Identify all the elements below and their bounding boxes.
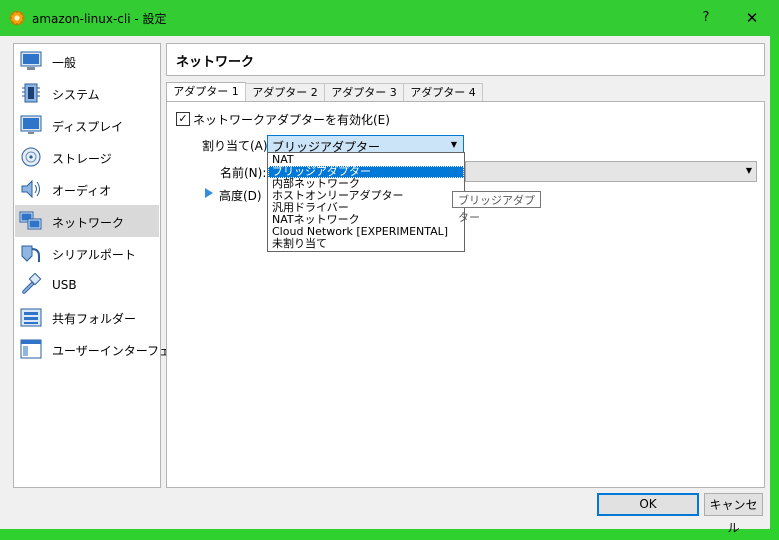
attached-to-dropdown-list: NAT ブリッジアダプター 内部ネットワーク ホストオンリーアダプター 汎用ドラ…: [267, 152, 465, 252]
sidebar-item-general[interactable]: 一般: [15, 45, 159, 77]
window-title: amazon-linux-cli - 設定: [32, 12, 167, 26]
enable-adapter-label[interactable]: ネットワークアダプターを有効化(E): [193, 111, 390, 128]
adapter-name-select[interactable]: ▼: [465, 161, 757, 182]
sidebar-item-storage[interactable]: ストレージ: [15, 141, 159, 173]
chip-icon: [22, 83, 40, 103]
settings-window: amazon-linux-cli - 設定 ? ✕ 一般 システム ディスプレイ…: [0, 0, 779, 535]
sidebar-item-label: オーディオ: [52, 184, 112, 198]
sidebar-item-label: システム: [52, 88, 100, 102]
sidebar-item-audio[interactable]: オーディオ: [15, 173, 159, 205]
sidebar-item-usb[interactable]: USB: [15, 269, 159, 301]
sidebar-item-serial-port[interactable]: シリアルポート: [15, 237, 159, 269]
sidebar-item-label: ストレージ: [52, 152, 112, 166]
serial-port-icon: [21, 245, 40, 262]
advanced-toggle[interactable]: 高度(D): [219, 187, 262, 204]
attached-to-label: 割り当て(A):: [202, 139, 272, 153]
sidebar-item-user-interface[interactable]: ユーザーインターフェース: [15, 333, 194, 365]
cancel-button[interactable]: キャンセル: [704, 493, 763, 535]
monitor-icon: [20, 115, 42, 134]
expand-triangle-icon[interactable]: [205, 188, 213, 198]
enable-adapter-checkbox[interactable]: ✓: [176, 112, 190, 126]
page-title: ネットワーク: [176, 55, 255, 70]
option-tooltip: ブリッジアダプター: [452, 191, 541, 224]
sidebar-item-label: USB: [52, 278, 77, 292]
help-button[interactable]: ?: [686, 6, 726, 30]
sidebar-item-system[interactable]: システム: [15, 77, 159, 109]
chevron-down-icon: ▼: [745, 166, 752, 175]
sidebar-item-display[interactable]: ディスプレイ: [15, 109, 159, 141]
network-icon: [19, 211, 42, 230]
tab-adapter-3[interactable]: アダプター 3: [324, 83, 404, 102]
tab-adapter-2[interactable]: アダプター 2: [245, 83, 325, 102]
virtualbox-gear-icon: [9, 10, 25, 26]
page-header: ネットワーク: [166, 43, 765, 76]
ok-button[interactable]: OK: [597, 493, 699, 516]
disk-icon: [21, 147, 41, 167]
desktop-edge: [770, 36, 779, 529]
adapter-tab-panel: [166, 101, 765, 488]
sidebar-item-label: シリアルポート: [52, 248, 136, 262]
sidebar-item-shared-folders[interactable]: 共有フォルダー: [15, 301, 159, 333]
folder-icon: [20, 308, 42, 327]
speaker-icon: [21, 179, 40, 199]
settings-sidebar: 一般 システム ディスプレイ ストレージ オーディオ ネットワーク シリアルポー…: [13, 43, 194, 488]
sidebar-item-network[interactable]: ネットワーク: [15, 205, 159, 237]
dropdown-option-not-attached[interactable]: 未割り当て: [268, 238, 464, 250]
tab-adapter-4[interactable]: アダプター 4: [403, 83, 483, 102]
general-icon: [20, 51, 42, 70]
sidebar-item-label: ネットワーク: [52, 216, 125, 230]
sidebar-item-label: 共有フォルダー: [52, 312, 137, 326]
sidebar-item-label: 一般: [52, 56, 77, 70]
chevron-down-icon: ▼: [450, 140, 458, 149]
title-bar[interactable]: amazon-linux-cli - 設定 ? ✕: [0, 0, 779, 36]
close-button[interactable]: ✕: [730, 6, 774, 30]
sidebar-item-label: ディスプレイ: [52, 120, 124, 134]
adapter-name-label: 名前(N):: [220, 166, 267, 180]
tab-adapter-1[interactable]: アダプター 1: [166, 82, 246, 102]
ui-window-icon: [20, 339, 42, 359]
usb-icon: [22, 273, 42, 294]
